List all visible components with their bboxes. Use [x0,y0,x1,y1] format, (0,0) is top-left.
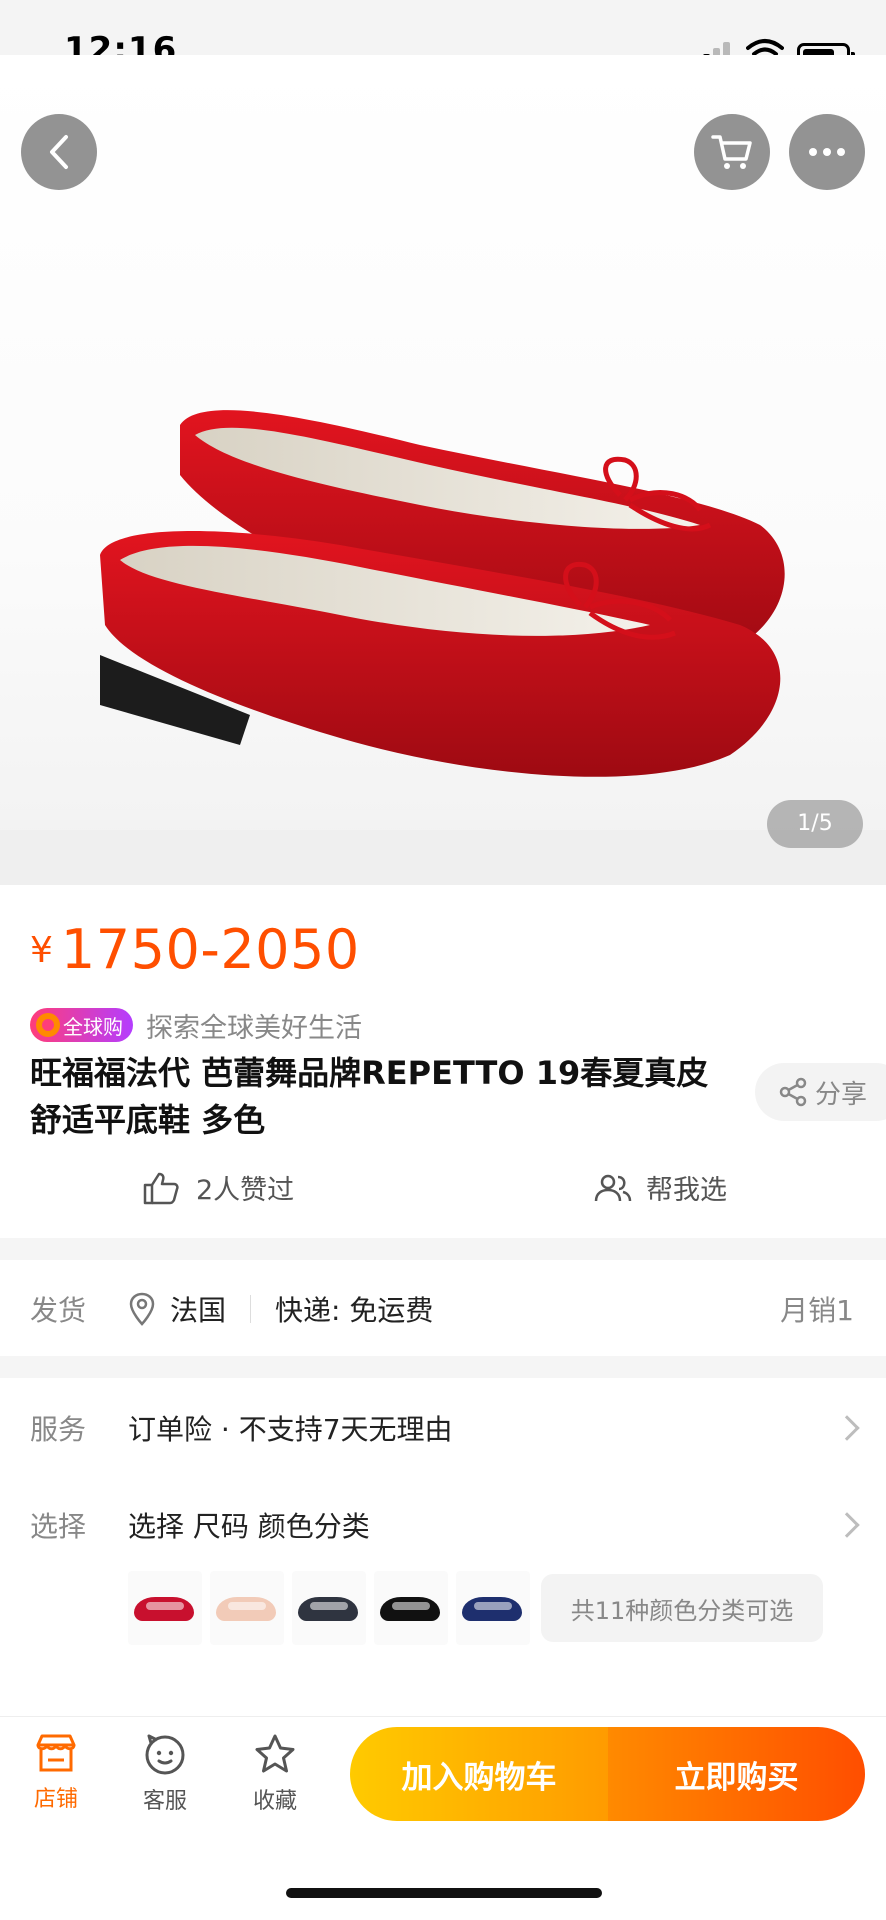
customer-service-label: 客服 [142,1789,187,1814]
chevron-right-icon [834,1512,860,1538]
selection-row[interactable]: 选择 选择 尺码 颜色分类 [0,1488,886,1562]
more-dots-icon [809,148,845,156]
store-icon [36,1734,76,1772]
share-icon [779,1077,807,1107]
store-label: 店铺 [33,1787,78,1812]
express-fee: 快递: 免运费 [275,1294,434,1327]
share-button[interactable]: 分享 [755,1063,886,1121]
share-label: 分享 [815,1079,868,1110]
global-buy-label: 全球购 [63,1014,123,1039]
monthly-sales: 月销1 [780,1294,854,1327]
variants-count-pill[interactable]: 共11种颜色分类可选 [541,1574,823,1642]
likes-count-label: 2人赞过 [196,1175,295,1206]
customer-service-tab[interactable]: 客服 [125,1733,205,1815]
image-page-indicator: 1/5 [767,800,863,848]
currency-symbol: ¥ [30,930,53,971]
help-me-choose-label: 帮我选 [646,1175,727,1206]
shopping-cart-icon [711,135,752,169]
service-value: 订单险 · 不支持7天无理由 [128,1413,453,1446]
variant-thumbnail[interactable] [210,1571,284,1645]
service-label: 服务 [30,1413,87,1446]
location-pin-icon [129,1292,155,1326]
star-icon [255,1734,295,1773]
divider [250,1295,252,1323]
variant-thumbnail[interactable] [292,1571,366,1645]
add-to-cart-button[interactable]: 加入购物车 [350,1727,608,1821]
thumbs-up-icon [143,1172,179,1204]
selection-label: 选择 [30,1510,87,1543]
variant-thumbnails [128,1571,538,1645]
cart-button[interactable] [694,114,770,190]
badge-slogan: 探索全球美好生活 [146,1013,362,1044]
chevron-left-icon [50,135,68,169]
likes-button[interactable]: 2人赞过 [142,1168,294,1207]
back-button[interactable] [21,114,97,190]
shoe-thumbnail [216,1597,276,1621]
chevron-right-icon [834,1415,860,1441]
product-image-carousel[interactable]: 1/5 [0,55,886,885]
selection-value: 选择 尺码 颜色分类 [128,1510,370,1543]
home-indicator [286,1888,602,1898]
shipping-label: 发货 [30,1294,87,1327]
help-me-choose-button[interactable]: 帮我选 [594,1168,727,1207]
shipping-origin: 法国 [170,1294,227,1327]
price-value: 1750-2050 [60,918,360,981]
global-buy-badge: 全球购 [30,1008,133,1042]
people-icon [594,1174,632,1201]
buy-now-button[interactable]: 立即购买 [608,1727,865,1821]
shoe-thumbnail [380,1597,440,1621]
shoe-thumbnail [298,1597,358,1621]
shoe-thumbnail [462,1597,522,1621]
price: ¥1750-2050 [30,918,360,981]
global-buy-logo-icon [36,1013,60,1037]
more-button[interactable] [789,114,865,190]
status-bar: 12:16 [0,0,886,70]
shipping-row[interactable]: 发货 法国 快递: 免运费 月销1 [0,1272,886,1346]
service-row[interactable]: 服务 订单险 · 不支持7天无理由 [0,1391,886,1465]
variant-thumbnail[interactable] [128,1571,202,1645]
variant-thumbnail[interactable] [374,1571,448,1645]
favorite-tab[interactable]: 收藏 [235,1733,315,1815]
variant-thumbnail[interactable] [456,1571,530,1645]
shoe-thumbnail [134,1597,194,1621]
favorite-label: 收藏 [252,1789,297,1814]
customer-service-icon [145,1734,185,1775]
store-tab[interactable]: 店铺 [16,1733,96,1813]
product-title: 旺福福法代 芭蕾舞品牌REPETTO 19春夏真皮舒适平底鞋 多色 [30,1054,709,1139]
